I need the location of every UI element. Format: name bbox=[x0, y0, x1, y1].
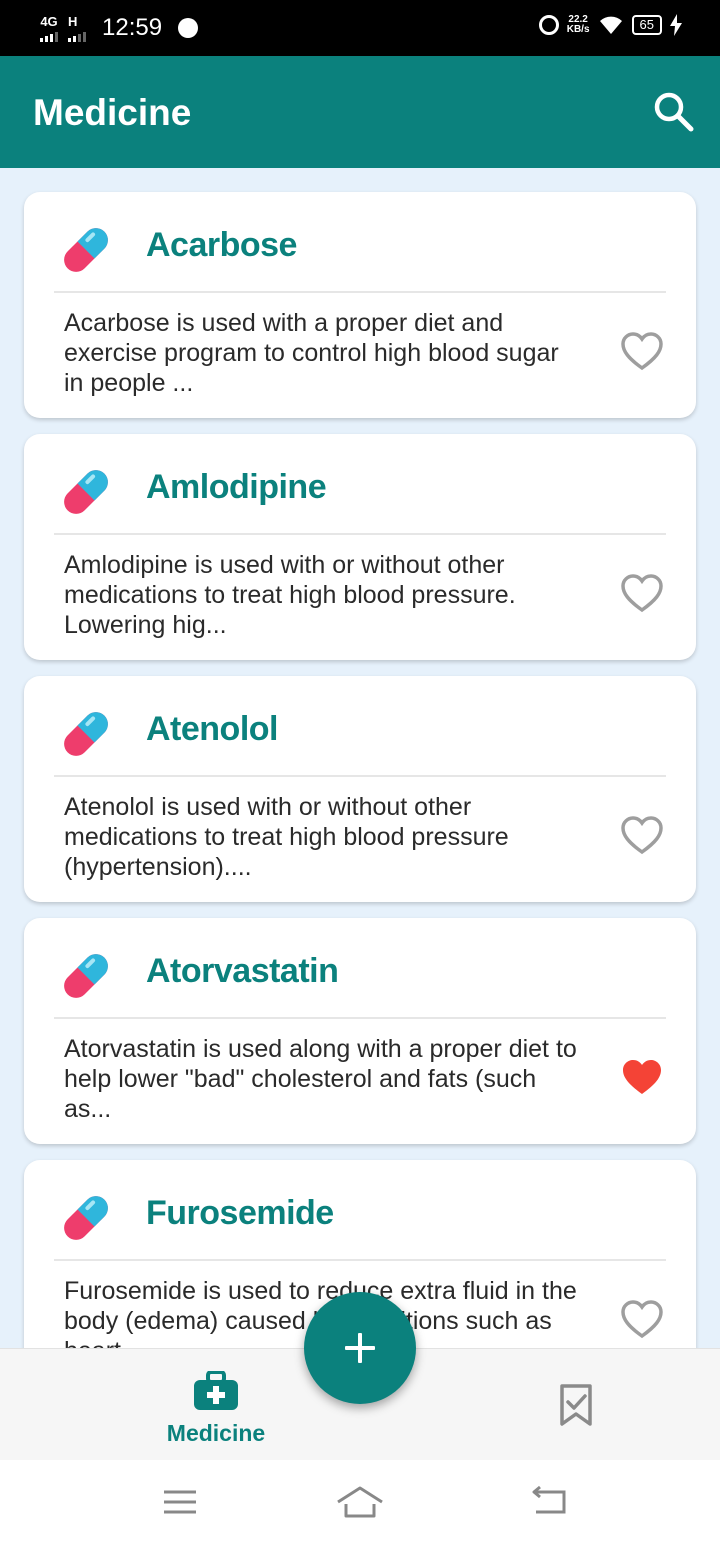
heart-outline-icon[interactable] bbox=[620, 814, 664, 858]
nav-item-medicine-label: Medicine bbox=[166, 1420, 266, 1446]
medicine-card[interactable]: Atorvastatin Atorvastatin is used along … bbox=[24, 918, 696, 1144]
pill-icon bbox=[64, 470, 108, 514]
medicine-description: Amlodipine is used with or without other… bbox=[64, 551, 516, 639]
speed-unit: KB/s bbox=[566, 24, 590, 35]
signal-icon bbox=[68, 28, 86, 42]
heart-outline-icon[interactable] bbox=[620, 330, 664, 374]
heart-filled-icon[interactable] bbox=[620, 1056, 664, 1100]
battery-icon: 65 bbox=[631, 15, 662, 35]
divider bbox=[54, 1259, 666, 1261]
network-h-label: H bbox=[68, 13, 78, 29]
medicine-name: Furosemide bbox=[146, 1194, 334, 1232]
pill-icon bbox=[64, 1196, 108, 1240]
bookmark-check-icon[interactable] bbox=[554, 1383, 598, 1427]
medicine-card[interactable]: Amlodipine Amlodipine is used with or wi… bbox=[24, 434, 696, 660]
messenger-icon bbox=[178, 18, 199, 38]
heart-outline-icon[interactable] bbox=[620, 1298, 664, 1342]
wifi-icon bbox=[599, 16, 622, 34]
nav-item-medicine[interactable]: Medicine bbox=[140, 1370, 292, 1447]
menu-icon[interactable] bbox=[156, 1480, 204, 1524]
medicine-card[interactable]: Acarbose Acarbose is used with a proper … bbox=[24, 192, 696, 418]
divider bbox=[54, 291, 666, 293]
network-type-label: 4G bbox=[40, 13, 58, 29]
medicine-description: Atorvastatin is used along with a proper… bbox=[64, 1035, 577, 1123]
divider bbox=[54, 775, 666, 777]
status-bar: 4G H 12:59 22.2 KB/s 65 bbox=[0, 0, 720, 56]
clock: 12:59 bbox=[102, 14, 163, 41]
pill-icon bbox=[64, 228, 108, 272]
medical-kit-icon bbox=[194, 1370, 238, 1410]
page-title: Medicine bbox=[33, 92, 192, 133]
network-speed: 22.2 KB/s bbox=[567, 15, 590, 35]
system-navigation-bar bbox=[0, 1460, 720, 1544]
medicine-list: Acarbose Acarbose is used with a proper … bbox=[0, 168, 720, 1348]
search-icon[interactable] bbox=[652, 90, 696, 134]
charging-icon bbox=[670, 14, 682, 36]
plus-icon bbox=[345, 1333, 375, 1363]
heart-outline-icon[interactable] bbox=[620, 572, 664, 616]
signal-icon bbox=[40, 28, 58, 42]
medicine-description: Atenolol is used with or without other m… bbox=[64, 793, 509, 881]
medicine-name: Amlodipine bbox=[146, 468, 327, 506]
back-icon[interactable] bbox=[526, 1480, 574, 1524]
home-icon[interactable] bbox=[336, 1480, 384, 1524]
medicine-name: Atorvastatin bbox=[146, 952, 339, 990]
medicine-card[interactable]: Atenolol Atenolol is used with or withou… bbox=[24, 676, 696, 902]
divider bbox=[54, 533, 666, 535]
app-bar: Medicine bbox=[0, 56, 720, 168]
add-medicine-button[interactable] bbox=[304, 1292, 416, 1404]
divider bbox=[54, 1017, 666, 1019]
medicine-name: Atenolol bbox=[146, 710, 278, 748]
pill-icon bbox=[64, 954, 108, 998]
medicine-description: Acarbose is used with a proper diet and … bbox=[64, 309, 559, 397]
pill-icon bbox=[64, 712, 108, 756]
alarm-icon bbox=[538, 15, 559, 35]
medicine-name: Acarbose bbox=[146, 226, 297, 264]
